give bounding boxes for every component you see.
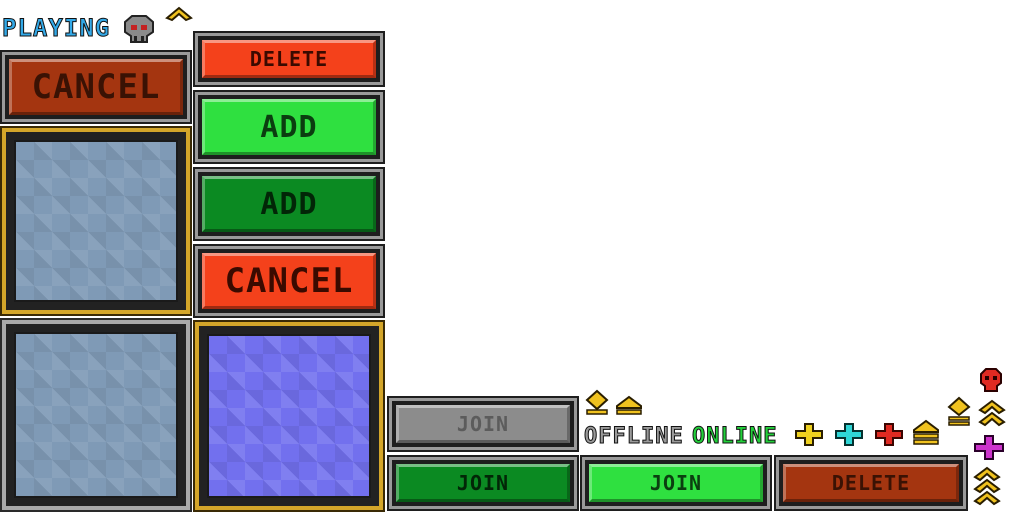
- rank-triple-chevron-icon: [973, 466, 1001, 506]
- add-button-bright[interactable]: ADD: [193, 90, 385, 164]
- add-button-dark-label: ADD: [202, 176, 376, 232]
- red-skull-icon: [980, 368, 1002, 392]
- online-label: ONLINE: [691, 424, 778, 450]
- cancel-button-right[interactable]: CANCEL: [193, 244, 385, 318]
- join-button-disabled-label: JOIN: [396, 405, 570, 443]
- blue-tile-face: [14, 332, 178, 498]
- blue-tile[interactable]: [0, 318, 192, 512]
- rank-chevron-icon: [585, 389, 609, 415]
- join-button-bright-label: JOIN: [589, 464, 763, 502]
- cancel-button-left[interactable]: CANCEL: [0, 50, 192, 124]
- delete-button-bottom[interactable]: DELETE: [774, 455, 968, 511]
- magenta-plus-icon: [974, 435, 1004, 460]
- chevron-up-icon: [165, 6, 193, 22]
- purple-tile-selected[interactable]: [193, 320, 385, 512]
- rank-bar-icon: [616, 395, 642, 415]
- red-plus-icon: [875, 423, 903, 446]
- add-button-bright-label: ADD: [202, 99, 376, 155]
- delete-button-bottom-label: DELETE: [783, 464, 959, 502]
- cancel-button-right-label: CANCEL: [202, 253, 376, 309]
- playing-label: PLAYING: [1, 14, 111, 43]
- join-button-disabled[interactable]: JOIN: [387, 396, 579, 452]
- delete-button-top[interactable]: DELETE: [193, 31, 385, 87]
- join-button-dark[interactable]: JOIN: [387, 455, 579, 511]
- double-chevron-icon: [978, 399, 1006, 427]
- skull-icon: [124, 15, 154, 43]
- cancel-button-left-label: CANCEL: [9, 59, 183, 115]
- join-button-dark-label: JOIN: [396, 464, 570, 502]
- blue-tile-selected[interactable]: [0, 126, 192, 316]
- purple-tile-selected-face: [207, 334, 371, 498]
- offline-label: OFFLINE: [584, 424, 684, 450]
- delete-button-top-label: DELETE: [202, 40, 376, 78]
- rank-bar-icon-small: [913, 419, 939, 445]
- add-button-dark[interactable]: ADD: [193, 167, 385, 241]
- rank-chevron-bar-icon: [947, 396, 971, 426]
- blue-tile-selected-face: [14, 140, 178, 302]
- cyan-plus-icon: [835, 423, 863, 446]
- yellow-plus-icon: [795, 423, 823, 446]
- join-button-bright[interactable]: JOIN: [580, 455, 772, 511]
